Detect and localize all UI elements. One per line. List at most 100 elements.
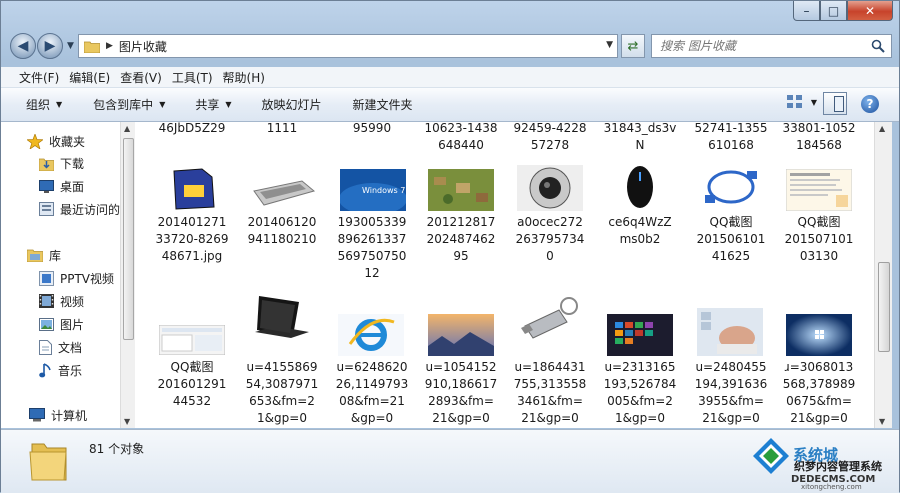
file-item[interactable]: ɹ=3068013 568,378989 0675&fm= 21&gp=0 — [774, 359, 864, 427]
help-icon[interactable]: ? — [861, 95, 879, 113]
nav-recent[interactable]: 最近访问的 — [39, 200, 120, 218]
breadcrumb-folder[interactable]: 图片收藏 — [119, 38, 167, 55]
nav-videos[interactable]: 视频 — [39, 292, 84, 310]
landscape-wallpaper-thumbnail — [428, 314, 494, 356]
breadcrumb-separator[interactable]: ▶ — [106, 41, 113, 51]
file-name: 31843_ds3v N — [603, 122, 677, 152]
change-view-button[interactable]: ▼ — [786, 95, 817, 109]
file-item[interactable]: a0ocec272 263795734 0 — [505, 214, 595, 265]
file-list: 46JbD5Z29 1111 95990 10623-1438 648440 9… — [135, 122, 874, 428]
address-bar[interactable]: ▶ 图片收藏 ▼ — [78, 34, 618, 58]
mouse-thumbnail — [607, 162, 673, 211]
watermark-domain: xitongcheng.com — [801, 483, 862, 491]
nav-pptv[interactable]: PPTV视频 — [39, 269, 114, 287]
search-input[interactable] — [658, 38, 862, 54]
file-item[interactable]: 33801-1052 184568 — [774, 122, 864, 154]
recent-pages-dropdown[interactable]: ▼ — [67, 41, 74, 51]
nav-documents[interactable]: 文档 — [39, 338, 82, 356]
nav-music[interactable]: 音乐 — [39, 361, 82, 379]
maximize-button[interactable]: □ — [820, 1, 847, 21]
organize-button[interactable]: 组织 ▼ — [18, 96, 70, 113]
navigation-scrollbar[interactable]: ▲ ▼ — [120, 122, 135, 428]
file-item[interactable]: u=1054152 910,186617 2893&fm= 21&gp=0 — [416, 359, 506, 427]
address-history-dropdown[interactable]: ▼ — [606, 40, 613, 50]
file-item[interactable]: QQ截图 201507101 03130 — [774, 214, 864, 265]
chevron-down-icon: ▼ — [56, 100, 63, 109]
recent-places-icon — [39, 202, 54, 216]
file-item[interactable]: 52741-1355 610168 — [686, 122, 776, 154]
file-item[interactable]: 201406120 941180210 — [237, 214, 327, 248]
search-icon[interactable] — [871, 39, 885, 53]
qq-screenshot-thumbnail — [159, 325, 225, 355]
file-name: 193005339 896261337 569750750 12 — [337, 215, 407, 280]
refresh-icon: ⇄ — [627, 38, 639, 54]
forward-button[interactable]: ▶ — [37, 33, 63, 59]
file-item[interactable]: 95990 — [327, 122, 417, 137]
file-item[interactable]: 201401271 33720-8269 48671.jpg — [147, 214, 237, 265]
file-item[interactable]: 31843_ds3v N — [595, 122, 685, 154]
file-name: u=1054152 910,186617 2893&fm= 21&gp=0 — [424, 360, 498, 425]
refresh-button[interactable]: ⇄ — [621, 34, 645, 58]
file-item[interactable]: 46JbD5Z29 — [147, 122, 237, 137]
file-item[interactable]: 201212817 202487462 95 — [416, 214, 506, 265]
file-name: ɹ=3068013 568,378989 0675&fm= 21&gp=0 — [782, 360, 856, 425]
minimize-button[interactable]: – — [793, 1, 820, 21]
nav-desktop[interactable]: 桌面 — [39, 177, 84, 195]
file-name: 92459-4228 57278 — [513, 122, 587, 152]
desktop-photo-thumbnail — [697, 308, 763, 356]
file-name: 52741-1355 610168 — [694, 122, 768, 152]
file-name: 95990 — [352, 122, 392, 135]
file-item[interactable]: u=2480455 194,391636 3955&fm= 21&gp=0 — [686, 359, 776, 427]
arrow-right-icon: ▶ — [44, 38, 56, 54]
nav-computer[interactable]: 计算机 — [29, 406, 87, 424]
nav-favorites[interactable]: 收藏夹 — [27, 132, 85, 150]
scroll-thumb[interactable] — [123, 138, 134, 340]
menu-view[interactable]: 查看(V) — [120, 69, 162, 86]
nav-downloads[interactable]: 下载 — [39, 154, 84, 172]
slideshow-button[interactable]: 放映幻灯片 — [254, 96, 330, 113]
scroll-up-icon[interactable]: ▲ — [879, 124, 885, 133]
usb-drive-thumbnail — [517, 292, 583, 356]
explorer-window: – □ ✕ ◀ ▶ ▼ ▶ 图片收藏 ▼ ⇄ 文件(F) 编辑(E) 查看(V) — [0, 0, 900, 493]
sd-card-thumbnail — [162, 165, 224, 211]
menu-file[interactable]: 文件(F) — [19, 69, 59, 86]
game-map-thumbnail — [428, 169, 494, 211]
svg-text:Windows 7: Windows 7 — [362, 186, 405, 195]
back-button[interactable]: ◀ — [10, 33, 36, 59]
file-item[interactable]: u=2313165 193,526784 005&fm=2 1&gp=0 — [595, 359, 685, 427]
nav-pictures[interactable]: 图片 — [39, 315, 84, 333]
include-in-library-button[interactable]: 包含到库中 ▼ — [85, 96, 173, 113]
file-item[interactable]: 193005339 896261337 569750750 12 — [327, 214, 417, 282]
scroll-down-icon[interactable]: ▼ — [124, 417, 130, 426]
file-item[interactable]: u=1864431 755,313558 3461&fm= 21&gp=0 — [505, 359, 595, 427]
file-item[interactable]: 1111 — [237, 122, 327, 137]
menu-tools[interactable]: 工具(T) — [172, 69, 213, 86]
menu-edit[interactable]: 编辑(E) — [69, 69, 110, 86]
scroll-up-icon[interactable]: ▲ — [124, 124, 130, 133]
share-button[interactable]: 共享 ▼ — [187, 96, 239, 113]
file-name: 46JbD5Z29 — [158, 122, 226, 135]
file-item[interactable]: u=4155869 54,3087971 653&fm=2 1&gp=0 — [237, 359, 327, 427]
file-item[interactable]: ce6q4WzZ ms0b2 — [595, 214, 685, 248]
file-item[interactable]: QQ截图 201601291 44532 — [147, 359, 237, 410]
folder-icon — [84, 41, 100, 53]
watermark-brand: 系统城 — [793, 446, 839, 464]
new-folder-button[interactable]: 新建文件夹 — [345, 96, 421, 113]
file-item[interactable]: u=6248620 26,1149793 08&fm=21 &gp=0 — [327, 359, 417, 427]
file-item[interactable]: 10623-1438 648440 — [416, 122, 506, 154]
menu-help[interactable]: 帮助(H) — [223, 69, 265, 86]
file-item[interactable]: 92459-4228 57278 — [505, 122, 595, 154]
preview-pane-button[interactable] — [823, 92, 847, 115]
scroll-down-icon[interactable]: ▼ — [879, 417, 885, 426]
nav-libraries[interactable]: 库 — [27, 246, 61, 264]
chevron-down-icon: ▼ — [225, 100, 232, 109]
file-name: u=4155869 54,3087971 653&fm=2 1&gp=0 — [245, 360, 319, 425]
pptv-library-icon — [39, 270, 54, 286]
scroll-thumb[interactable] — [878, 262, 890, 352]
chevron-down-icon: ▼ — [810, 97, 817, 107]
close-button[interactable]: ✕ — [847, 1, 893, 21]
file-list-scrollbar[interactable]: ▲ ▼ — [874, 122, 892, 428]
file-item[interactable]: QQ截图 201506101 41625 — [686, 214, 776, 265]
nav-music-label: 音乐 — [58, 363, 83, 378]
organize-label: 组织 — [26, 98, 51, 112]
